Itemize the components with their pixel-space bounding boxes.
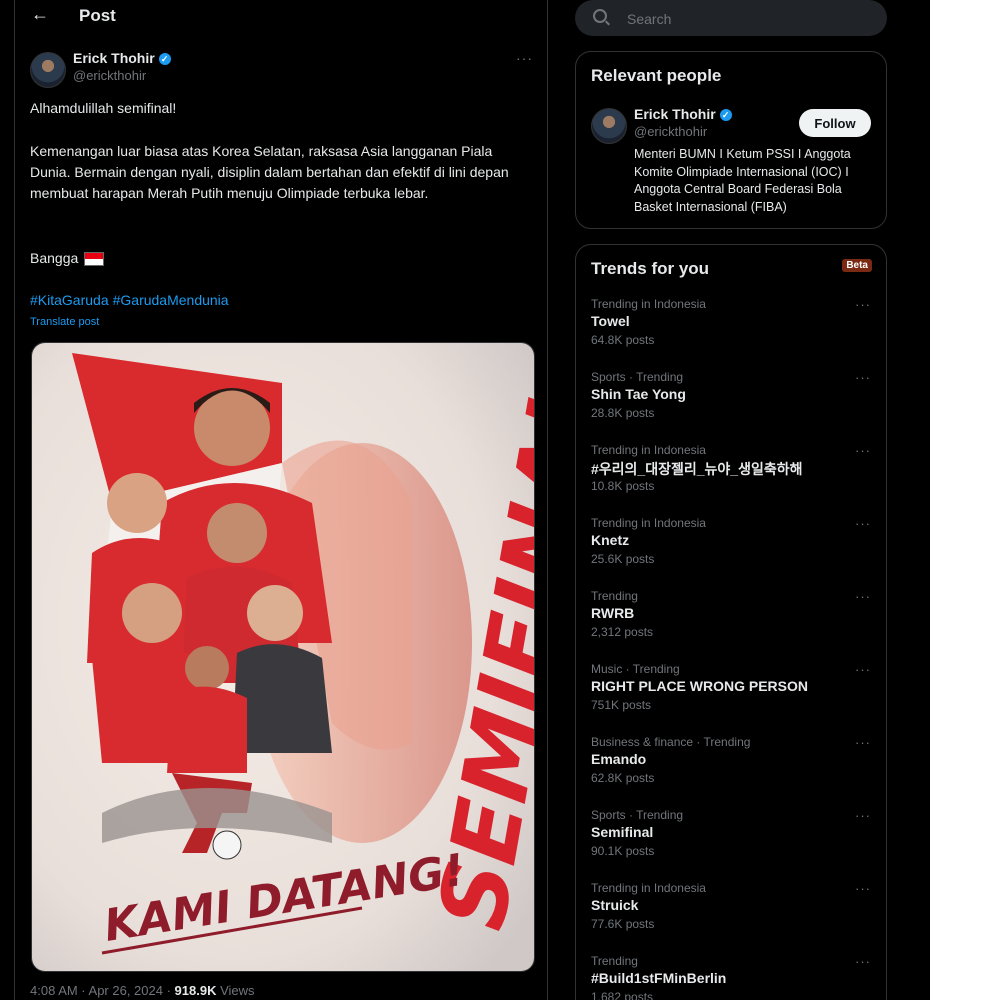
post-text-line-3: Bangga — [30, 248, 535, 269]
relevant-person-handle[interactable]: @erickthohir — [634, 124, 707, 139]
more-options-icon[interactable]: ··· — [855, 589, 871, 604]
verified-badge-icon: ✓ — [158, 53, 171, 66]
trend-name: Knetz — [591, 532, 630, 548]
relevant-person-bio: Menteri BUMN I Ketum PSSI I Anggota Komi… — [634, 147, 851, 214]
post-column: ← Post Erick Thohir ✓ @erickthohir ··· Al… — [14, 0, 548, 1000]
arrow-left-icon[interactable]: ← — [31, 4, 49, 25]
post-image[interactable]: SEMIFINAL KAMI DATANG! — [31, 342, 535, 972]
post-text-line-1: Alhamdulillah semifinal! — [30, 100, 177, 116]
views-label: Views — [220, 983, 255, 998]
author-name-text[interactable]: Erick Thohir — [73, 50, 155, 66]
trend-item[interactable]: Trending in Indonesia Struick 77.6K posts ·… — [576, 881, 886, 951]
more-options-icon[interactable]: ··· — [855, 370, 871, 385]
trend-item[interactable]: Trending #Build1stFMinBerlin 1,682 posts ··… — [576, 954, 886, 1000]
trend-context: Sports · Trending — [591, 808, 684, 822]
author-name[interactable]: Erick Thohir ✓ — [73, 50, 171, 66]
trend-count: 751K posts — [591, 698, 652, 712]
trend-name: Shin Tae Yong — [591, 386, 686, 402]
more-options-icon[interactable]: ··· — [855, 443, 871, 458]
relevant-person-name-text[interactable]: Erick Thohir — [634, 106, 716, 122]
trend-context: Trending — [591, 589, 638, 603]
more-options-icon[interactable]: ··· — [855, 662, 871, 677]
trend-count: 77.6K posts — [591, 917, 655, 931]
more-options-icon[interactable]: ··· — [855, 954, 871, 969]
trend-count: 1,682 posts — [591, 990, 654, 1000]
trend-name: #Build1stFMinBerlin — [591, 970, 727, 986]
trend-item[interactable]: Sports · Trending Shin Tae Yong 28.8K post… — [576, 370, 886, 440]
trend-context: Sports · Trending — [591, 370, 684, 384]
semifinal-poster: SEMIFINAL KAMI DATANG! — [32, 343, 534, 971]
trend-item[interactable]: Trending in Indonesia Knetz 25.6K posts ··· — [576, 516, 886, 586]
verified-badge-icon: ✓ — [719, 109, 732, 122]
trend-count: 62.8K posts — [591, 771, 655, 785]
trend-item[interactable]: Trending RWRB 2,312 posts ··· — [576, 589, 886, 659]
follow-button[interactable]: Follow — [799, 109, 871, 137]
more-options-icon[interactable]: ··· — [516, 50, 533, 66]
indonesia-flag-icon — [84, 252, 105, 267]
trend-name: Towel — [591, 313, 630, 329]
trend-count: 10.8K posts — [591, 479, 655, 493]
trends-box: Trends for you Beta Trending in Indonesi… — [575, 244, 887, 1000]
trend-name: Struick — [591, 897, 639, 913]
trend-name: Semifinal — [591, 824, 654, 840]
trend-item[interactable]: Sports · Trending Semifinal 90.1K posts ··· — [576, 808, 886, 878]
more-options-icon[interactable]: ··· — [855, 297, 871, 312]
author-handle[interactable]: @erickthohir — [73, 68, 146, 83]
relevant-people-box: Relevant people Erick Thohir ✓ @erickthoh… — [575, 51, 887, 229]
trend-count: 25.6K posts — [591, 552, 655, 566]
trend-name: RIGHT PLACE WRONG PERSON — [591, 678, 809, 694]
post-text-bangga: Bangga — [30, 250, 79, 266]
trend-name: RWRB — [591, 605, 635, 621]
trend-item[interactable]: Trending in Indonesia #우리의_대장젤리_뉴야_생일축하해 1… — [576, 443, 886, 513]
trend-name: #우리의_대장젤리_뉴야_생일축하해 — [591, 461, 803, 477]
relevant-person-name[interactable]: Erick Thohir ✓ — [634, 106, 732, 122]
translate-post-link[interactable]: Translate post — [30, 316, 99, 328]
trend-count: 28.8K posts — [591, 406, 655, 420]
trend-context: Trending in Indonesia — [591, 881, 706, 895]
trend-item[interactable]: Business & finance · Trending Emando 62.8K… — [576, 735, 886, 805]
trend-count: 90.1K posts — [591, 844, 655, 858]
post-header: ← Post — [15, 0, 547, 32]
trend-context: Business & finance · Trending — [591, 735, 751, 749]
views-count: 918.9K — [174, 983, 217, 998]
trend-count: 64.8K posts — [591, 333, 655, 347]
search-input[interactable] — [625, 0, 869, 38]
more-options-icon[interactable]: ··· — [855, 735, 871, 750]
more-options-icon[interactable]: ··· — [855, 516, 871, 531]
hashtag-link[interactable]: #KitaGaruda — [30, 292, 109, 308]
hashtags: #KitaGaruda #GarudaMendunia — [30, 292, 233, 308]
post-timestamp[interactable]: 4:08 AM · Apr 26, 2024 · — [30, 983, 171, 998]
app-window: ← Post Erick Thohir ✓ @erickthohir ··· Al… — [0, 0, 930, 1000]
more-options-icon[interactable]: ··· — [855, 881, 871, 896]
more-options-icon[interactable]: ··· — [855, 808, 871, 823]
relevant-people-title: Relevant people — [591, 66, 722, 85]
beta-badge: Beta — [842, 259, 872, 272]
trend-count: 2,312 posts — [591, 625, 654, 639]
trend-context: Trending in Indonesia — [591, 443, 706, 457]
trend-context: Trending in Indonesia — [591, 297, 706, 311]
trend-context: Music · Trending — [591, 662, 680, 676]
post-text-line-2: Kemenangan luar biasa atas Korea Selatan… — [30, 143, 509, 201]
trend-item[interactable]: Trending in Indonesia Towel 64.8K posts ··· — [576, 297, 886, 367]
trends-title: Trends for you — [591, 259, 710, 278]
hashtag-link[interactable]: #GarudaMendunia — [113, 292, 229, 308]
post-meta: 4:08 AM · Apr 26, 2024 · 918.9K Views — [30, 983, 255, 998]
trend-item[interactable]: Music · Trending RIGHT PLACE WRONG PERSON… — [576, 662, 886, 732]
page-title: Post — [79, 6, 116, 25]
trend-context: Trending — [591, 954, 638, 968]
search-bar[interactable] — [575, 0, 887, 38]
trend-context: Trending in Indonesia — [591, 516, 706, 530]
trend-name: Emando — [591, 751, 647, 767]
avatar[interactable] — [591, 108, 627, 144]
search-icon — [593, 9, 607, 23]
avatar[interactable] — [30, 52, 66, 88]
